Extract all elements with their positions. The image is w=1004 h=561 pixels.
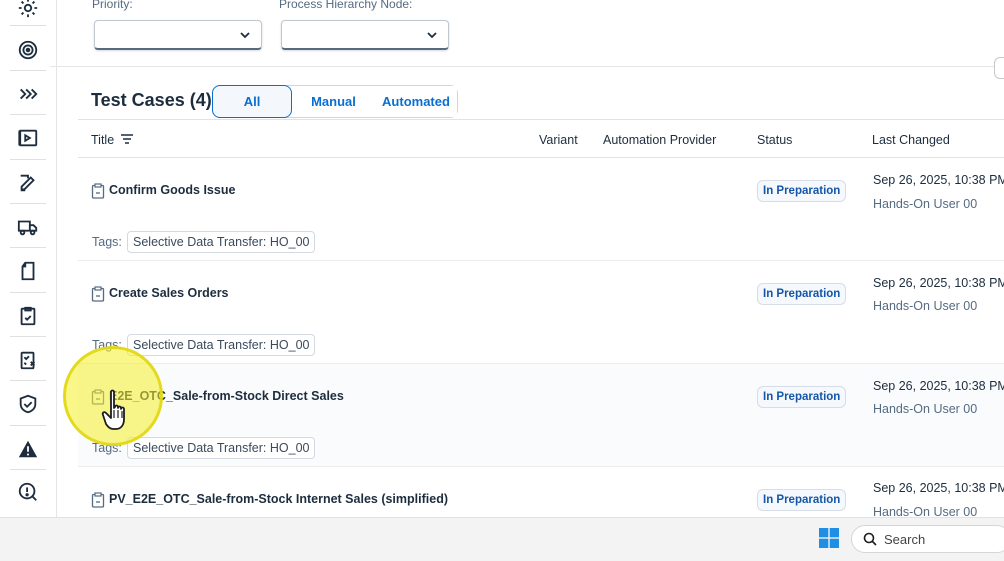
last-changed-by: Hands-On User 00 (873, 197, 978, 211)
table-row[interactable]: Create Sales Orders In Preparation Sep 2… (78, 261, 1004, 364)
tags-label: Tags: (92, 235, 122, 249)
column-automation-provider[interactable]: Automation Provider (603, 133, 716, 147)
priority-label: Priority: (92, 0, 133, 11)
nav-divider (10, 70, 46, 71)
nav-divider (10, 469, 46, 470)
last-changed-date: Sep 26, 2025, 10:38 PM (873, 173, 1004, 187)
nav-divider (10, 336, 46, 337)
test-case-name[interactable]: PV_E2E_OTC_Sale-from-Stock Internet Sale… (109, 492, 448, 506)
table-row[interactable]: PV_E2E_OTC_Sale-from-Stock Internet Sale… (78, 467, 1004, 517)
hand-pointer-icon (101, 389, 125, 430)
tag-token[interactable]: Selective Data Transfer: HO_00 (127, 437, 316, 459)
column-last-changed[interactable]: Last Changed (872, 133, 950, 147)
document-icon[interactable] (8, 253, 48, 289)
status-badge: In Preparation (757, 283, 847, 305)
segmented-filter: All Manual Automated (212, 85, 458, 118)
edit-icon[interactable] (8, 165, 48, 201)
status-badge: In Preparation (757, 180, 847, 202)
chevron-down-icon (427, 32, 437, 39)
nav-divider (10, 247, 46, 248)
taskbar: Search (0, 517, 1004, 561)
chevron-down-icon (240, 32, 250, 39)
last-changed-date: Sep 26, 2025, 10:38 PM (873, 481, 1004, 495)
tag-token[interactable]: Selective Data Transfer: HO_00 (127, 334, 316, 356)
test-case-icon (91, 492, 105, 508)
last-changed-date: Sep 26, 2025, 10:38 PM (873, 276, 1004, 290)
priority-select[interactable] (94, 20, 262, 50)
segment-manual[interactable]: Manual (292, 86, 375, 117)
settings-icon[interactable] (8, 0, 48, 26)
table-row[interactable]: Confirm Goods Issue In Preparation Sep 2… (78, 158, 1004, 261)
column-variant[interactable]: Variant (539, 133, 578, 147)
windows-start-icon[interactable] (819, 528, 839, 548)
section-divider (50, 66, 1004, 67)
table-top-border (78, 119, 1004, 120)
target-icon[interactable] (8, 32, 48, 68)
last-changed-by: Hands-On User 00 (873, 402, 978, 416)
segment-all[interactable]: All (212, 85, 292, 118)
nav-divider (10, 25, 46, 26)
test-case-icon (91, 183, 105, 199)
nav-divider (10, 380, 46, 381)
search-icon (863, 532, 877, 546)
sort-icon[interactable] (120, 132, 134, 146)
last-changed-date: Sep 26, 2025, 10:38 PM (873, 379, 1004, 393)
shipping-icon[interactable] (8, 209, 48, 245)
present-icon[interactable] (8, 120, 48, 156)
column-title[interactable]: Title (91, 133, 114, 147)
search-label: Search (884, 532, 926, 547)
expand-icon[interactable] (8, 76, 48, 112)
last-changed-by: Hands-On User 00 (873, 299, 978, 313)
test-case-name[interactable]: Create Sales Orders (109, 286, 229, 300)
warning-icon[interactable] (8, 431, 48, 467)
segment-automated[interactable]: Automated (375, 86, 457, 117)
status-badge: In Preparation (757, 386, 847, 408)
column-status[interactable]: Status (757, 133, 792, 147)
process-node-select[interactable] (281, 20, 449, 50)
test-case-name[interactable]: Confirm Goods Issue (109, 183, 235, 197)
shield-icon[interactable] (8, 386, 48, 422)
side-navigation (0, 0, 57, 517)
nav-divider (10, 159, 46, 160)
nav-divider (10, 114, 46, 115)
status-badge: In Preparation (757, 489, 847, 511)
process-node-label: Process Hierarchy Node: (279, 0, 413, 11)
table-row[interactable]: E2E_OTC_Sale-from-Stock Direct Sales In … (78, 364, 1004, 467)
tag-token[interactable]: Selective Data Transfer: HO_00 (127, 231, 316, 253)
test-case-icon (91, 286, 105, 302)
nav-divider (10, 425, 46, 426)
nav-divider (10, 292, 46, 293)
last-changed-by: Hands-On User 00 (873, 505, 978, 517)
search-help-icon[interactable] (8, 474, 48, 510)
clipboard-check-icon[interactable] (8, 298, 48, 334)
checklist-icon[interactable] (8, 342, 48, 378)
test-cases-title: Test Cases (4) (91, 90, 212, 110)
collapse-handle[interactable] (994, 57, 1004, 79)
nav-divider (10, 203, 46, 204)
taskbar-search[interactable]: Search (851, 525, 1004, 553)
